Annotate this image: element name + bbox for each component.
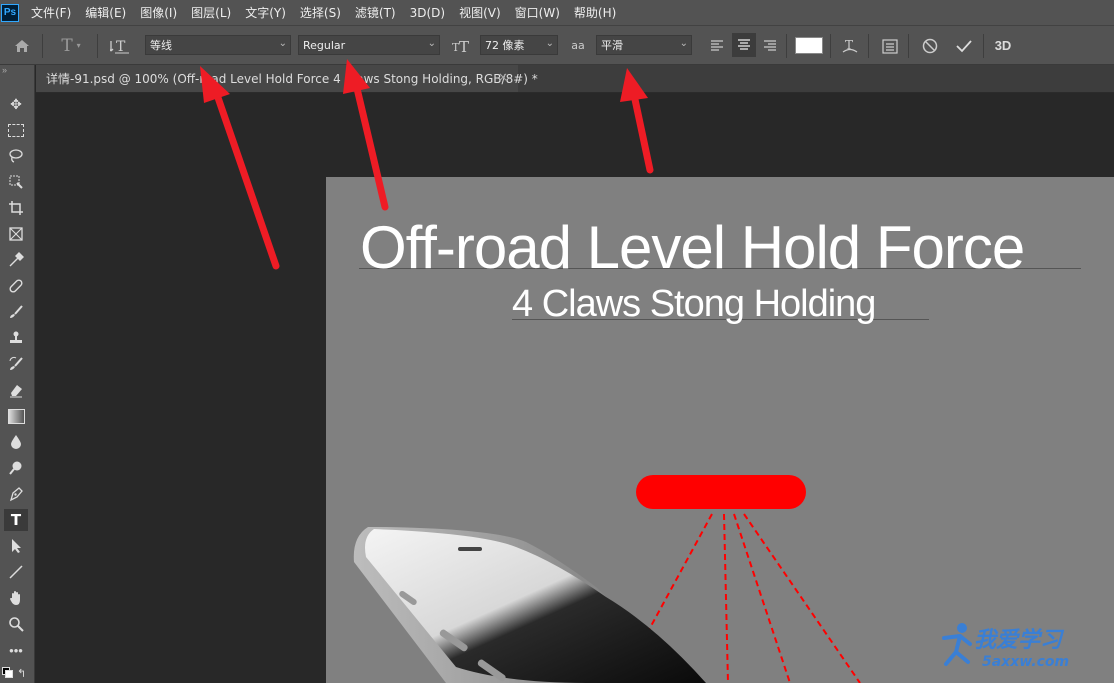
runner-icon xyxy=(942,623,972,666)
annotation-arrows xyxy=(200,59,654,270)
watermark-text: 我爱学习 xyxy=(974,628,1063,653)
watermark-url: 5axxw.com xyxy=(982,654,1070,670)
watermark-logo: 我爱学习 5axxw.com xyxy=(940,618,1110,678)
